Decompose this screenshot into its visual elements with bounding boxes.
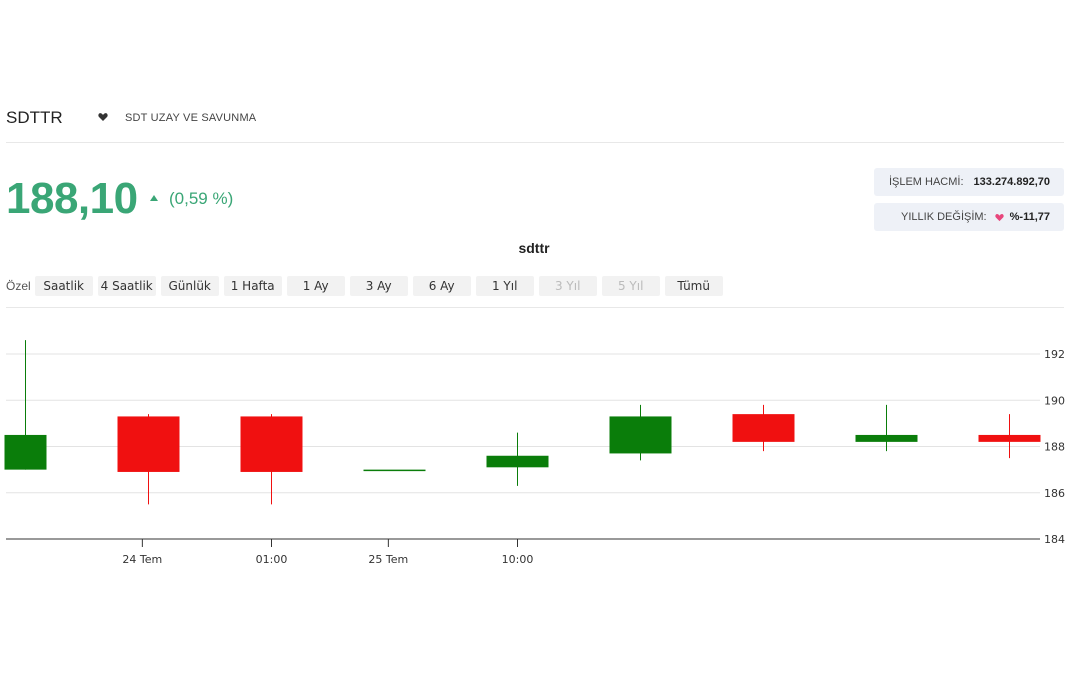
candle-body (732, 414, 795, 442)
header: SDTTR SDT UZAY VE SAVUNMA (6, 106, 1064, 143)
y-tick-label: 188 (1044, 441, 1065, 454)
yearly-change-label: YILLIK DEĞİŞİM: (901, 211, 987, 223)
y-tick-label: 186 (1044, 487, 1065, 500)
x-tick-label: 10:00 (502, 553, 534, 566)
candlestick-chart: 184 186 188 190 192 24 Tem 01:00 25 Tem 10:00 (4, 340, 1065, 566)
chart-title: sdttr (518, 240, 550, 256)
candle-body (363, 469, 426, 472)
ticker-symbol: SDTTR (6, 108, 63, 127)
heart-icon[interactable] (98, 112, 108, 122)
company-name: SDT UZAY VE SAVUNMA (125, 112, 257, 124)
price-change-percent: (0,59 %) (169, 189, 234, 208)
x-tick-label: 25 Tem (368, 553, 408, 566)
range-button-1-hafta[interactable]: 1 Hafta (223, 276, 282, 296)
up-arrow-icon (150, 195, 158, 201)
heart-icon (994, 213, 1004, 221)
range-button-1-ay[interactable]: 1 Ay (286, 276, 345, 296)
volume-value: 133.274.892,70 (973, 176, 1050, 188)
candle-body (240, 416, 303, 472)
candle-body (486, 455, 549, 468)
candle-body (117, 416, 180, 472)
y-tick-label: 190 (1044, 394, 1065, 407)
candle-body (855, 434, 918, 442)
range-button-6-ay[interactable]: 6 Ay (412, 276, 471, 296)
yearly-change-box: YILLIK DEĞİŞİM: %-11,77 (874, 203, 1064, 231)
candle-body (4, 434, 47, 470)
range-button-1-yil[interactable]: 1 Yıl (475, 276, 534, 296)
volume-label: İŞLEM HACMİ: (888, 176, 964, 188)
range-button-3-ay[interactable]: 3 Ay (349, 276, 408, 296)
volume-box: İŞLEM HACMİ: 133.274.892,70 (874, 168, 1064, 196)
last-price: 188,10 (6, 174, 138, 223)
candle-body (609, 416, 672, 454)
yearly-change-value: %-11,77 (1009, 211, 1050, 223)
y-tick-label: 184 (1044, 533, 1065, 546)
range-custom-label[interactable]: Özel (6, 279, 31, 293)
range-button-5-yil: 5 Yıl (601, 276, 660, 296)
range-button-3-yil: 3 Yıl (538, 276, 597, 296)
x-tick-label: 01:00 (256, 553, 288, 566)
range-button-4-saatlik[interactable]: 4 Saatlik (97, 276, 156, 296)
range-button-tumu[interactable]: Tümü (664, 276, 723, 296)
range-button-gunluk[interactable]: Günlük (160, 276, 219, 296)
candle-body (978, 434, 1041, 442)
y-tick-label: 192 (1044, 348, 1065, 361)
range-selector: Özel Saatlik 4 Saatlik Günlük 1 Hafta 1 … (6, 276, 728, 296)
range-button-saatlik[interactable]: Saatlik (34, 276, 93, 296)
divider (6, 307, 1064, 308)
x-tick-label: 24 Tem (122, 553, 162, 566)
